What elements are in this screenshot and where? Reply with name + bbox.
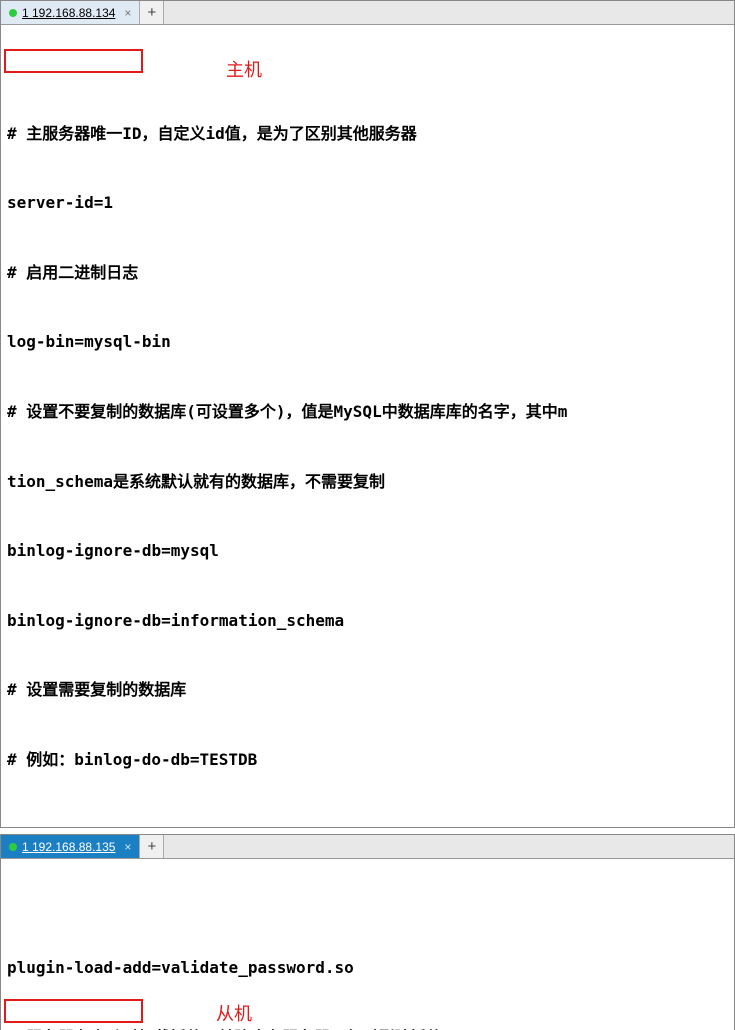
terminal-window-1: 1 192.168.88.134 × + 主机 # 主服务器唯一ID，自定义id…	[0, 0, 735, 828]
code-line: binlog-ignore-db=information_schema	[7, 609, 728, 632]
tab-host-135[interactable]: 1 192.168.88.135 ×	[1, 835, 140, 858]
tab-bar: 1 192.168.88.134 × +	[1, 1, 734, 25]
plus-icon: +	[148, 838, 157, 855]
close-icon[interactable]: ×	[124, 840, 131, 854]
code-line: binlog-ignore-db=mysql	[7, 539, 728, 562]
tab-title: 1 192.168.88.134	[22, 6, 115, 20]
tab-title: 1 192.168.88.135	[22, 840, 115, 854]
highlight-box	[4, 999, 143, 1023]
status-dot-icon	[9, 9, 17, 17]
tab-title-text: 1 192.168.88.135	[22, 840, 115, 854]
terminal-window-2: 1 192.168.88.135 × + 从机 plugin-load-add=…	[0, 834, 735, 1030]
editor-content[interactable]: 主机 # 主服务器唯一ID，自定义id值，是为了区别其他服务器 server-i…	[1, 25, 734, 827]
code-line: log-bin=mysql-bin	[7, 330, 728, 353]
plus-icon: +	[148, 4, 157, 21]
annotation-label-slave: 从机	[216, 1001, 252, 1027]
code-line: server-id=1	[7, 191, 728, 214]
code-line: # 主服务器唯一ID，自定义id值，是为了区别其他服务器	[7, 122, 728, 145]
code-line: # 启用二进制日志	[7, 261, 728, 284]
new-tab-button[interactable]: +	[140, 1, 164, 24]
code-line: tion_schema是系统默认就有的数据库，不需要复制	[7, 470, 728, 493]
tab-bar: 1 192.168.88.135 × +	[1, 835, 734, 859]
code-line: # 设置不要复制的数据库(可设置多个)，值是MySQL中数据库库的名字，其中m	[7, 400, 728, 423]
highlight-box	[4, 49, 143, 73]
new-tab-button[interactable]: +	[140, 835, 164, 858]
code-line: # 设置需要复制的数据库	[7, 678, 728, 701]
status-dot-icon	[9, 843, 17, 851]
tab-title-text: 1 192.168.88.134	[22, 6, 115, 20]
code-line: # 例如：binlog-do-db=TESTDB	[7, 748, 728, 771]
annotation-label-master: 主机	[226, 57, 262, 83]
close-icon[interactable]: ×	[124, 6, 131, 20]
tab-host-134[interactable]: 1 192.168.88.134 ×	[1, 1, 140, 24]
editor-content[interactable]: 从机 plugin-load-add=validate_password.so …	[1, 859, 734, 1030]
code-line: # 服务器在启动时加载插件，并防止在服务器运行时删除插件	[7, 1026, 728, 1030]
code-line: plugin-load-add=validate_password.so	[7, 956, 728, 979]
